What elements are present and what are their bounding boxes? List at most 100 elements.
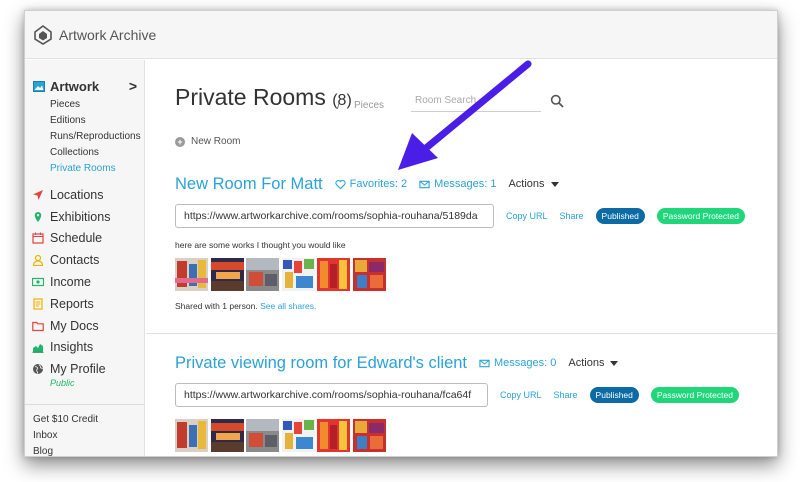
- shared-count-text: Shared with 1 person.: [175, 301, 258, 311]
- room-card: Private viewing room for Edward's client…: [175, 351, 775, 452]
- share-link[interactable]: Share: [554, 390, 578, 400]
- actions-label: Actions: [508, 178, 545, 190]
- sidebar-item-runs-reproductions[interactable]: Runs/Reproductions: [50, 129, 141, 145]
- artwork-thumbnail[interactable]: [281, 419, 315, 452]
- image-icon: [33, 80, 45, 92]
- sidebar-item-income[interactable]: Income: [32, 271, 142, 293]
- search-icon[interactable]: [550, 94, 564, 108]
- sidebar-item-insights[interactable]: Insights: [32, 337, 142, 359]
- actions-dropdown[interactable]: Actions: [568, 357, 619, 369]
- sidebar-item-schedule[interactable]: Schedule: [32, 228, 142, 250]
- sidebar-item-label: Income: [50, 275, 91, 290]
- calendar-icon: [32, 232, 44, 245]
- sidebar-item-label: Schedule: [50, 231, 103, 246]
- artwork-thumbnail[interactable]: [246, 258, 279, 291]
- location-arrow-icon: [33, 189, 43, 200]
- actions-label: Actions: [568, 357, 605, 369]
- messages-link[interactable]: Messages: 1: [419, 178, 496, 190]
- artwork-archive-logo-icon[interactable]: [33, 24, 53, 45]
- artwork-thumbnail[interactable]: [352, 419, 386, 452]
- envelope-icon: [479, 359, 490, 367]
- chart-icon: [32, 344, 44, 354]
- published-badge: Published: [595, 208, 645, 224]
- artwork-thumbnail[interactable]: [210, 258, 244, 291]
- artwork-thumbnail[interactable]: [281, 258, 315, 291]
- sidebar-item-private-rooms[interactable]: Private Rooms: [50, 161, 141, 177]
- globe-icon: [33, 364, 44, 375]
- chevron-right-icon[interactable]: >: [129, 78, 137, 94]
- room-header: New Room For Matt Favorites: 2 Messages:…: [175, 172, 775, 196]
- sidebar-item-pieces[interactable]: Pieces: [50, 97, 141, 113]
- sidebar-item-my-docs[interactable]: My Docs: [32, 315, 142, 337]
- sidebar-item-label: Exhibitions: [50, 209, 111, 224]
- sidebar-item-label: My Profile: [50, 362, 106, 377]
- sidebar-item-contacts[interactable]: Contacts: [32, 249, 142, 271]
- sidebar-artwork-header[interactable]: Artwork >: [33, 78, 137, 94]
- published-badge: Published: [589, 387, 639, 403]
- room-title-link[interactable]: New Room For Matt: [175, 175, 323, 194]
- new-room-button[interactable]: + New Room: [175, 136, 240, 147]
- heart-icon: [335, 179, 346, 189]
- sidebar-item-label: My Docs: [50, 318, 99, 333]
- sidebar-item-editions[interactable]: Editions: [50, 113, 141, 129]
- map-pin-icon: [34, 211, 42, 222]
- favorites-link[interactable]: Favorites: 2: [335, 178, 407, 190]
- artwork-thumbnail[interactable]: [246, 419, 279, 452]
- top-bar: Artwork Archive: [25, 11, 777, 59]
- favorites-count: Favorites: 2: [349, 178, 408, 190]
- room-url-field[interactable]: https://www.artworkarchive.com/rooms/sop…: [175, 204, 494, 228]
- share-link[interactable]: Share: [560, 211, 584, 221]
- blog-link[interactable]: Blog: [33, 444, 98, 456]
- money-icon: [32, 277, 44, 287]
- room-card: New Room For Matt Favorites: 2 Messages:…: [175, 172, 775, 311]
- copy-url-link[interactable]: Copy URL: [500, 390, 542, 400]
- sidebar-item-label: Contacts: [50, 253, 100, 268]
- breadcrumb-separator: /: [337, 101, 340, 112]
- caret-down-icon: [550, 181, 559, 187]
- caret-down-icon: [610, 360, 619, 366]
- sidebar-item-my-profile[interactable]: My Profile: [32, 358, 142, 380]
- messages-link[interactable]: Messages: 0: [479, 357, 556, 369]
- copy-url-link[interactable]: Copy URL: [506, 211, 548, 221]
- messages-count: Messages: 0: [494, 357, 557, 369]
- password-protected-badge: Password Protected: [656, 208, 745, 224]
- artwork-thumbnail[interactable]: [175, 258, 208, 291]
- app-window: Artwork Archive Artwork > Pieces Edition…: [24, 10, 778, 457]
- see-all-shares-link[interactable]: See all shares.: [260, 301, 316, 311]
- sidebar: Artwork > Pieces Editions Runs/Reproduct…: [25, 60, 145, 456]
- sidebar-item-exhibitions[interactable]: Exhibitions: [32, 206, 142, 228]
- report-icon: [33, 298, 43, 310]
- sidebar-nav: Locations Exhibitions Schedule Contacts …: [32, 184, 142, 380]
- artwork-thumbnail[interactable]: [317, 258, 350, 291]
- inbox-link[interactable]: Inbox: [33, 428, 98, 444]
- room-search-input[interactable]: [411, 90, 541, 112]
- user-icon: [32, 255, 44, 267]
- room-url-field[interactable]: https://www.artworkarchive.com/rooms/sop…: [175, 383, 488, 407]
- profile-visibility-label: Public: [50, 378, 75, 388]
- sidebar-divider: [25, 404, 145, 405]
- room-message: here are some works I thought you would …: [175, 240, 346, 250]
- artwork-thumbnails: [175, 258, 775, 291]
- folder-icon: [32, 321, 44, 331]
- actions-dropdown[interactable]: Actions: [508, 178, 559, 190]
- artwork-thumbnail[interactable]: [352, 258, 386, 291]
- sidebar-item-collections[interactable]: Collections: [50, 145, 141, 161]
- app-name[interactable]: Artwork Archive: [59, 27, 156, 43]
- artwork-subnav: Pieces Editions Runs/Reproductions Colle…: [50, 97, 141, 177]
- room-count: (8): [332, 92, 352, 109]
- new-room-label: New Room: [191, 136, 241, 147]
- breadcrumb-pieces[interactable]: Pieces: [354, 100, 384, 111]
- get-credit-link[interactable]: Get $10 Credit: [33, 412, 98, 428]
- artwork-thumbnail[interactable]: [317, 419, 350, 452]
- page-title: Private Rooms (8): [175, 84, 352, 111]
- room-url-row: https://www.artworkarchive.com/rooms/sop…: [175, 204, 775, 228]
- room-title-link[interactable]: Private viewing room for Edward's client: [175, 354, 467, 373]
- sidebar-item-label: Locations: [50, 187, 104, 202]
- messages-count: Messages: 1: [434, 178, 497, 190]
- artwork-thumbnail[interactable]: [175, 419, 208, 452]
- artwork-thumbnail[interactable]: [210, 419, 244, 452]
- sidebar-item-reports[interactable]: Reports: [32, 293, 142, 315]
- sidebar-item-label: Reports: [50, 296, 94, 311]
- room-url-row: https://www.artworkarchive.com/rooms/sop…: [175, 383, 775, 407]
- sidebar-item-locations[interactable]: Locations: [32, 184, 142, 206]
